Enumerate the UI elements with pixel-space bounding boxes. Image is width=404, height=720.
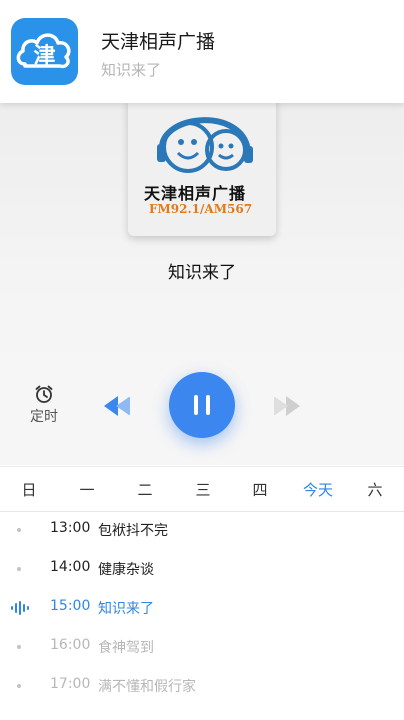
- now-playing-title: 知识来了: [168, 263, 236, 283]
- album-art: 天津相声广播 FM92.1/AM567: [128, 96, 276, 236]
- tab-wednesday[interactable]: 三: [178, 479, 228, 500]
- app-icon: 津: [11, 18, 78, 85]
- bullet-dot: [17, 567, 21, 571]
- schedule-time: 17:00: [50, 676, 91, 692]
- tab-thursday[interactable]: 四: [235, 479, 285, 500]
- alarm-clock-icon: [35, 385, 53, 403]
- schedule-item[interactable]: 14:00 健康杂谈: [0, 549, 404, 588]
- tab-tuesday[interactable]: 二: [120, 479, 170, 500]
- previous-button[interactable]: [100, 393, 132, 419]
- next-icon: [274, 396, 300, 416]
- notification-subtitle: 知识来了: [101, 61, 162, 79]
- schedule-time: 15:00: [50, 598, 91, 614]
- schedule-time: 16:00: [50, 637, 91, 653]
- album-station-name: 天津相声广播: [144, 184, 247, 203]
- schedule-item[interactable]: 16:00 食神驾到: [0, 627, 404, 666]
- album-frequency: FM92.1/AM567: [149, 202, 253, 216]
- next-button[interactable]: [272, 393, 304, 419]
- pause-icon: [194, 395, 210, 415]
- notification-title: 天津相声广播: [101, 31, 216, 53]
- tab-monday[interactable]: 一: [62, 479, 112, 500]
- headphone-faces-logo: [157, 117, 253, 173]
- schedule-item-current[interactable]: 15:00 知识来了: [0, 588, 404, 627]
- tab-sunday[interactable]: 日: [4, 479, 54, 500]
- schedule-program: 包袱抖不完: [98, 523, 168, 539]
- previous-icon: [104, 396, 130, 416]
- tab-saturday[interactable]: 六: [350, 479, 400, 500]
- sound-wave-icon: [11, 601, 29, 615]
- schedule-program: 知识来了: [98, 601, 154, 617]
- bullet-dot: [17, 645, 21, 649]
- notification-header[interactable]: 津 天津相声广播 知识来了: [0, 0, 404, 103]
- pause-button[interactable]: [169, 372, 235, 438]
- tab-today[interactable]: 今天: [293, 479, 343, 500]
- schedule-time: 13:00: [50, 520, 91, 536]
- bullet-dot: [17, 684, 21, 688]
- schedule-time: 14:00: [50, 559, 91, 575]
- day-tabs: 日 一 二 三 四 今天 六: [0, 466, 404, 512]
- timer-button[interactable]: 定时: [24, 384, 64, 426]
- schedule-program: 食神驾到: [98, 640, 154, 656]
- timer-label: 定时: [30, 409, 58, 425]
- bullet-dot: [17, 528, 21, 532]
- schedule-item[interactable]: 17:00 满不懂和假行家: [0, 666, 404, 705]
- schedule-program: 健康杂谈: [98, 562, 154, 578]
- schedule-item[interactable]: 13:00 包袱抖不完: [0, 510, 404, 549]
- schedule-program: 满不懂和假行家: [98, 679, 196, 695]
- app-icon-char: 津: [33, 43, 55, 69]
